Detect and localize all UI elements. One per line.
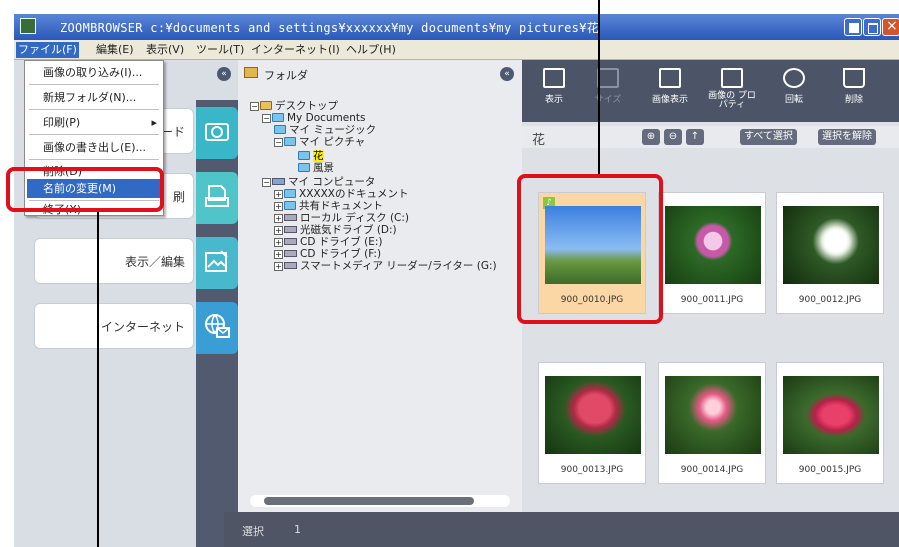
current-folder: 花	[532, 133, 546, 148]
menu-separator	[29, 84, 159, 85]
highlight-box-rename	[6, 167, 164, 212]
deselect-button[interactable]: 選択を解除	[818, 129, 876, 145]
image-properties-button[interactable]: 画像の プロパティ	[708, 68, 756, 116]
thumbnail-image	[783, 206, 879, 284]
printer-icon[interactable]	[196, 172, 238, 224]
folder-up-icon[interactable]: ↑	[686, 129, 704, 145]
menu-tools[interactable]: ツール(T)	[194, 42, 246, 58]
tree-item[interactable]: 風景	[298, 162, 334, 174]
status-label: 選択	[242, 525, 264, 538]
tree-item[interactable]: + ローカル ディスク (C:)	[274, 212, 409, 224]
status-bar: 選択 1	[224, 512, 899, 547]
menu-item-new-folder[interactable]: 新規フォルダ(N)...	[27, 88, 161, 107]
thumbnail[interactable]: 900_0011.JPG	[658, 192, 766, 314]
window-title: ZOOMBROWSER c:¥documents and settings¥xx…	[60, 21, 600, 35]
nav-button-internet[interactable]: インターネット	[34, 303, 194, 349]
thumbnail-filename: 900_0012.JPG	[798, 295, 862, 305]
menu-item-print[interactable]: 印刷(P) ▸	[27, 113, 161, 132]
image-view-icon	[659, 68, 681, 88]
menu-help[interactable]: ヘルプ(H)	[344, 42, 398, 58]
nav-button-view-edit[interactable]: 表示／編集	[34, 238, 194, 284]
menu-item-print-label: 印刷(P)	[43, 116, 81, 129]
tree-item[interactable]: + 光磁気ドライブ (D:)	[274, 224, 397, 236]
tree-item[interactable]: − デスクトップ	[250, 100, 338, 112]
app-icon	[20, 18, 36, 34]
thumbnail[interactable]: 900_0012.JPG	[776, 192, 884, 314]
zoom-out-icon[interactable]: ⊖	[664, 129, 682, 145]
thumbnail[interactable]: 900_0013.JPG	[538, 362, 646, 484]
menu-item-import[interactable]: 画像の取り込み(I)...	[27, 63, 161, 82]
title-bar: ZOOMBROWSER c:¥documents and settings¥xx…	[14, 14, 899, 40]
folder-icon	[244, 67, 258, 78]
thumbnail-filename: 900_0015.JPG	[798, 465, 862, 475]
tree-item[interactable]: − マイ コンピュータ	[262, 176, 375, 188]
menu-file[interactable]: ファイル(F)	[16, 42, 79, 58]
image-edit-icon[interactable]	[196, 237, 238, 289]
thumbnail-image	[783, 376, 879, 454]
tree-item-selected[interactable]: 花	[298, 150, 324, 162]
thumbnail[interactable]: 900_0014.JPG	[658, 362, 766, 484]
menu-separator	[29, 109, 159, 110]
menu-internet[interactable]: インターネット(I)	[249, 42, 342, 58]
submenu-arrow-icon: ▸	[151, 116, 157, 129]
tree-item[interactable]: + CD ドライブ (E:)	[274, 236, 382, 248]
highlight-box-thumbnail	[517, 174, 663, 324]
thumbnail-image	[545, 376, 641, 454]
horizontal-scrollbar[interactable]	[250, 495, 510, 507]
folder-panel: フォルダ « − デスクトップ − My Documents マイ ミュージック −…	[238, 60, 522, 547]
thumbnail-filename: 900_0014.JPG	[680, 465, 744, 475]
tree-item[interactable]: + CD ドライブ (F:)	[274, 248, 381, 260]
collapse-folder-button[interactable]: «	[500, 67, 514, 81]
view-image-button[interactable]: 画像表示	[646, 68, 694, 116]
delete-button[interactable]: 削除	[830, 68, 878, 116]
tree-item[interactable]: + スマートメディア リーダー/ライター (G:)	[274, 260, 522, 272]
zoom-in-icon[interactable]: ⊕	[642, 129, 660, 145]
select-all-button[interactable]: すべて選択	[740, 129, 797, 145]
size-icon	[597, 68, 619, 88]
status-count: 1	[294, 523, 301, 536]
close-button[interactable]	[882, 18, 899, 36]
menu-separator	[29, 159, 159, 160]
tree-item[interactable]: マイ ミュージック	[274, 124, 376, 136]
view-mode-icon	[543, 68, 565, 88]
folder-panel-header: フォルダ	[264, 69, 308, 82]
minimize-button[interactable]	[844, 18, 862, 36]
tree-item[interactable]: + XXXXXのドキュメント	[274, 188, 408, 200]
thumbnail-filename: 900_0011.JPG	[680, 295, 744, 305]
rotate-icon	[783, 68, 805, 88]
collapse-left-button[interactable]: «	[217, 67, 231, 81]
view-mode-button[interactable]: 表示	[530, 68, 578, 116]
callout-line	[598, 0, 600, 174]
globe-mail-icon[interactable]	[196, 302, 238, 354]
menu-item-export[interactable]: 画像の書き出し(E)...	[27, 138, 161, 157]
thumbnail-image	[665, 206, 761, 284]
thumbnail-filename: 900_0013.JPG	[560, 465, 624, 475]
menu-separator	[29, 134, 159, 135]
menu-edit[interactable]: 編集(E)	[94, 42, 136, 58]
rotate-button[interactable]: 回転	[770, 68, 818, 116]
properties-icon	[721, 68, 743, 88]
size-button[interactable]: サイズ	[584, 68, 632, 116]
callout-line	[97, 212, 99, 547]
camera-icon[interactable]	[196, 107, 238, 159]
scrollbar-thumb[interactable]	[264, 497, 474, 505]
toolbar: 表示 サイズ 画像表示 画像の プロパティ 回転 削除	[522, 60, 899, 122]
thumbnail-image	[665, 376, 761, 454]
thumbnail[interactable]: 900_0015.JPG	[776, 362, 884, 484]
tree-item[interactable]: − マイ ピクチャ	[274, 136, 365, 148]
menu-bar: ファイル(F) 編集(E) 表示(V) ツール(T) インターネット(I) ヘル…	[14, 40, 899, 60]
path-bar: 花 ⊕ ⊖ ↑ すべて選択 選択を解除	[522, 126, 899, 148]
tree-item[interactable]: − My Documents	[262, 112, 365, 124]
menu-view[interactable]: 表示(V)	[144, 42, 186, 58]
tree-item[interactable]: + 共有ドキュメント	[274, 200, 383, 212]
trash-icon	[843, 68, 865, 88]
maximize-button[interactable]	[863, 18, 881, 36]
